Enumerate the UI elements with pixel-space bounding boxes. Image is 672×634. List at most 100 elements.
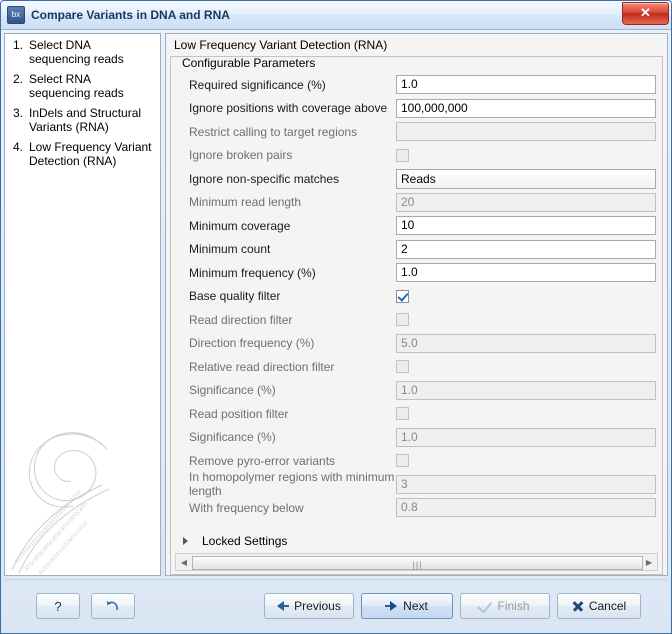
app-icon: bx	[7, 6, 25, 24]
field-label: With frequency below	[189, 500, 304, 515]
previous-button-label: Previous	[294, 599, 341, 613]
scrollbar-track[interactable]: |||	[192, 555, 643, 570]
with-frequency-below-input: 0.8	[396, 498, 656, 518]
step-number: 2.	[13, 72, 24, 86]
ignore-nonspecific-matches-select[interactable]: Reads	[396, 168, 656, 189]
read-direction-filter-checkbox	[396, 313, 409, 327]
relative-read-direction-filter-checkbox	[396, 360, 409, 374]
close-button[interactable]: ✕	[622, 2, 669, 25]
read-position-filter-checkbox	[396, 407, 409, 421]
chevron-right-icon	[183, 536, 188, 545]
step-label: Select RNA sequencing reads	[29, 72, 124, 100]
window-title: Compare Variants in DNA and RNA	[31, 8, 230, 22]
parameters-panel: Low Frequency Variant Detection (RNA) Co…	[165, 33, 668, 576]
close-x-icon	[572, 601, 583, 612]
cancel-button-label: Cancel	[588, 599, 627, 613]
minimum-read-length-input: 20	[396, 192, 656, 212]
row-required-significance: Required significance (%) 1.0	[171, 73, 662, 97]
sidebar-item-step-1[interactable]: 1. Select DNA sequencing reads	[5, 34, 160, 68]
dialog-window: bx Compare Variants in DNA and RNA ✕ 1. …	[0, 0, 672, 634]
sidebar-item-step-4[interactable]: 4. Low Frequency Variant Detection (RNA)	[5, 136, 160, 170]
footer-separator	[5, 579, 667, 580]
direction-frequency-input: 5.0	[396, 333, 656, 353]
field-label: Relative read direction filter	[189, 359, 335, 374]
scrollbar-grip-icon: |||	[412, 560, 423, 570]
title-bar: bx Compare Variants in DNA and RNA ✕	[1, 1, 671, 30]
restrict-target-regions-input	[396, 122, 656, 142]
base-quality-filter-checkbox[interactable]	[396, 289, 409, 303]
finish-button: Finish	[460, 593, 550, 619]
cancel-button[interactable]: Cancel	[557, 593, 641, 619]
field-label: Direction frequency (%)	[189, 336, 315, 351]
required-significance-input[interactable]: 1.0	[396, 75, 656, 95]
row-ignore-nonspecific-matches: Ignore non-specific matches Reads	[171, 167, 662, 191]
row-ignore-broken-pairs: Ignore broken pairs	[171, 144, 662, 168]
dna-spiral-watermark: 011010010110100101101001011010 ATGCATGCA…	[11, 432, 110, 575]
step-label: Low Frequency Variant Detection (RNA)	[29, 140, 152, 168]
finish-button-label: Finish	[497, 599, 530, 613]
homopolymer-minimum-length-input: 3	[396, 474, 656, 494]
sidebar-item-step-3[interactable]: 3. InDels and Structural Variants (RNA)	[5, 102, 160, 136]
row-homopolymer-minimum-length: In homopolymer regions with minimum leng…	[171, 470, 662, 499]
previous-button[interactable]: Previous	[264, 593, 354, 619]
minimum-coverage-input[interactable]: 10	[396, 216, 656, 236]
next-button-label: Next	[403, 599, 428, 613]
row-remove-pyro-error-variants: Remove pyro-error variants	[171, 449, 662, 473]
row-restrict-target-regions: Restrict calling to target regions	[171, 120, 662, 144]
row-significance-position: Significance (%) 1.0	[171, 426, 662, 450]
row-relative-read-direction-filter: Relative read direction filter	[171, 355, 662, 379]
field-label: Minimum frequency (%)	[189, 265, 316, 280]
field-label: Required significance (%)	[189, 77, 326, 92]
minimum-frequency-input[interactable]: 1.0	[396, 263, 656, 283]
scrollbar-thumb[interactable]: |||	[192, 556, 643, 570]
help-button[interactable]: ?	[36, 593, 80, 619]
arrow-right-icon	[385, 601, 398, 611]
field-label: Minimum count	[189, 242, 271, 257]
row-minimum-coverage: Minimum coverage 10	[171, 214, 662, 238]
scroll-left-arrow-icon[interactable]: ◀	[176, 555, 192, 569]
field-label: Significance (%)	[189, 383, 276, 398]
field-label: Remove pyro-error variants	[189, 453, 336, 468]
check-icon	[477, 597, 493, 613]
row-base-quality-filter: Base quality filter	[171, 285, 662, 309]
scroll-right-arrow-icon[interactable]: ▶	[641, 555, 657, 569]
dialog-footer: ? Previous Next Finish Cancel	[1, 579, 671, 633]
ignore-broken-pairs-checkbox	[396, 148, 409, 162]
row-minimum-count: Minimum count 2	[171, 238, 662, 262]
field-label: In homopolymer regions with minimum leng…	[189, 470, 395, 499]
row-ignore-positions-coverage: Ignore positions with coverage above 100…	[171, 97, 662, 121]
svg-text:011010010110100101101001011010: 011010010110100101101001011010	[14, 489, 82, 564]
question-mark-icon: ?	[54, 598, 62, 614]
field-label: Significance (%)	[189, 430, 276, 445]
field-label: Restrict calling to target regions	[189, 124, 358, 139]
step-number: 3.	[13, 106, 24, 120]
row-minimum-frequency: Minimum frequency (%) 1.0	[171, 261, 662, 285]
field-label: Read position filter	[189, 406, 289, 421]
row-minimum-read-length: Minimum read length 20	[171, 191, 662, 215]
row-direction-frequency: Direction frequency (%) 5.0	[171, 332, 662, 356]
field-label: Minimum read length	[189, 195, 302, 210]
remove-pyro-error-variants-checkbox	[396, 454, 409, 468]
group-title: Configurable Parameters	[179, 57, 319, 70]
field-label: Base quality filter	[189, 289, 281, 304]
sidebar-item-step-2[interactable]: 2. Select RNA sequencing reads	[5, 68, 160, 102]
next-button[interactable]: Next	[361, 593, 453, 619]
step-label: Select DNA sequencing reads	[29, 38, 124, 66]
minimum-count-input[interactable]: 2	[396, 239, 656, 259]
row-read-direction-filter: Read direction filter	[171, 308, 662, 332]
ignore-coverage-above-input[interactable]: 100,000,000	[396, 98, 656, 118]
locked-settings-toggle[interactable]: Locked Settings	[171, 520, 662, 554]
field-label: Ignore non-specific matches	[189, 171, 340, 186]
horizontal-scrollbar[interactable]: ◀ ||| ▶	[175, 553, 658, 571]
field-label: Ignore positions with coverage above	[189, 101, 388, 116]
significance-direction-input: 1.0	[396, 380, 656, 400]
svg-text:0110100101101001011010: 0110100101101001011010	[38, 520, 89, 575]
significance-position-input: 1.0	[396, 427, 656, 447]
undo-arrow-icon	[107, 601, 118, 611]
row-significance-direction: Significance (%) 1.0	[171, 379, 662, 403]
svg-text:ATGCATGCATGCATGCATGCATGCATG: ATGCATGCATGCATGCATGCATGCATG	[24, 501, 89, 572]
reset-button[interactable]	[91, 593, 135, 619]
wizard-step-list: 1. Select DNA sequencing reads 2. Select…	[4, 33, 161, 576]
field-label: Read direction filter	[189, 312, 293, 327]
step-number: 1.	[13, 38, 24, 52]
